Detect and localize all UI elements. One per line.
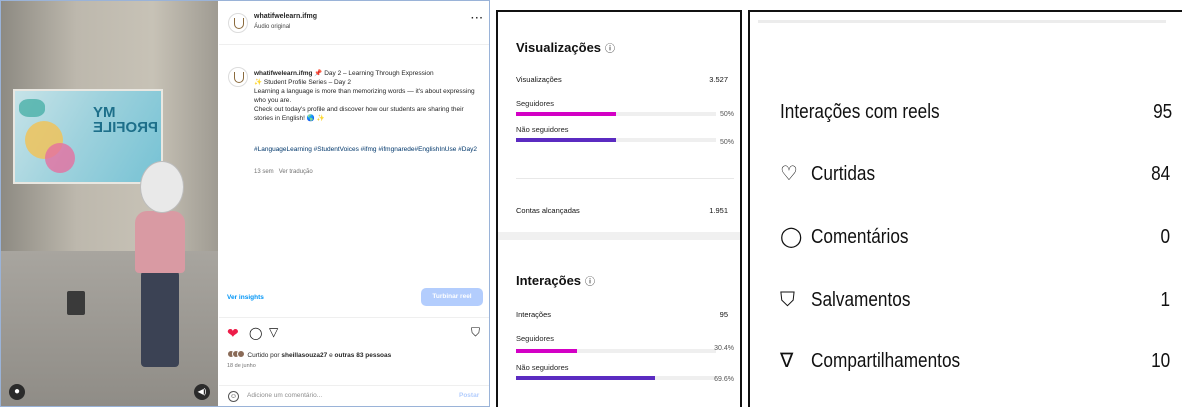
heart-filled-icon[interactable]: ❤ bbox=[227, 326, 239, 340]
slide-title: MY PROFILE bbox=[93, 104, 159, 136]
bookmark-icon[interactable]: ⛉ bbox=[471, 325, 480, 339]
views-section-title: Visualizações ⓘ bbox=[516, 40, 615, 55]
time-ago: 13 sem bbox=[254, 169, 274, 175]
reels-row-label: Comentários bbox=[811, 226, 909, 248]
liked-prefix: Curtido por bbox=[247, 352, 280, 359]
boost-reel-button[interactable]: Turbinar reel bbox=[421, 288, 483, 306]
comment-bar: ☺ Adicione um comentário... Postar bbox=[219, 385, 489, 406]
reels-row-likes: ♡ Curtidas 84 bbox=[780, 162, 1170, 188]
user-icon[interactable]: ● bbox=[9, 384, 25, 400]
info-icon[interactable]: ⓘ bbox=[605, 44, 615, 55]
views-label: Visualizações bbox=[516, 75, 562, 84]
interactions-label: Interações bbox=[516, 310, 552, 319]
reels-row-value: 1 bbox=[1160, 289, 1170, 311]
reels-row-value: 84 bbox=[1150, 163, 1170, 185]
view-insights-link[interactable]: Ver insights bbox=[227, 294, 264, 301]
bookmark-icon: ⛉ bbox=[780, 289, 795, 311]
liker-avatar bbox=[237, 350, 245, 358]
caption-line2: ✨ Student Profile Series – Day 2 bbox=[254, 79, 351, 86]
top-divider bbox=[758, 20, 1166, 23]
avatar[interactable] bbox=[228, 67, 248, 87]
insights-panel: Visualizações ⓘ Visualizações 3.527 Segui… bbox=[496, 10, 742, 407]
interactions-followers-fill bbox=[516, 349, 577, 353]
reels-row-label: Curtidas bbox=[811, 163, 876, 185]
translate-link[interactable]: Ver tradução bbox=[279, 169, 313, 175]
avatar[interactable] bbox=[228, 13, 248, 33]
reels-interactions-total: 95 bbox=[1152, 101, 1172, 123]
caption-username[interactable]: whatifwelearn.ifmg bbox=[254, 70, 313, 77]
projector-screen: MY PROFILE bbox=[13, 89, 163, 184]
views-nonfollowers-pct: 50% bbox=[719, 139, 734, 146]
views-followers-pct: 50% bbox=[719, 111, 734, 118]
interactions-nonfollowers-fill bbox=[516, 376, 656, 380]
slide-decoration bbox=[45, 143, 75, 173]
views-nonfollowers-bar bbox=[516, 138, 716, 142]
reels-interactions-panel: Interações com reels 95 ♡ Curtidas 84 ◯ … bbox=[748, 10, 1182, 407]
views-followers-label: Seguidores bbox=[516, 99, 554, 108]
likes-summary[interactable]: Curtido por sheillasouza27 e outras 83 p… bbox=[227, 350, 391, 359]
interactions-followers-bar bbox=[516, 349, 716, 353]
reels-row-label: Salvamentos bbox=[811, 289, 911, 311]
post-panel: MY PROFILE ● ◀) whatifwelearn.ifmg Áudio… bbox=[0, 0, 490, 407]
caption-hashtags[interactable]: #LanguageLearning #StudentVoices #ifmg #… bbox=[254, 145, 482, 154]
reached-value: 1.951 bbox=[709, 206, 728, 215]
reels-interactions-title: Interações com reels bbox=[780, 101, 940, 123]
share-icon: ∇ bbox=[780, 350, 794, 372]
reel-video[interactable]: MY PROFILE ● ◀) bbox=[1, 1, 218, 406]
caption-meta: 13 sem Ver tradução bbox=[254, 169, 313, 175]
post-sidebar: whatifwelearn.ifmg Áudio original ··· wh… bbox=[219, 1, 489, 406]
caption-text: whatifwelearn.ifmg 📌 Day 2 – Learning Th… bbox=[254, 69, 482, 123]
views-title-text: Visualizações bbox=[516, 40, 602, 55]
classroom-floor bbox=[1, 251, 218, 406]
reels-row-saves: ⛉ Salvamentos 1 bbox=[780, 288, 1170, 314]
interactions-followers-label: Seguidores bbox=[516, 334, 554, 343]
more-options-icon[interactable]: ··· bbox=[471, 13, 484, 24]
blurred-face bbox=[140, 161, 184, 213]
reels-row-value: 0 bbox=[1160, 226, 1170, 248]
views-followers-bar bbox=[516, 112, 716, 116]
liked-mid: e bbox=[329, 352, 333, 359]
liked-others[interactable]: outras 83 pessoas bbox=[335, 352, 392, 359]
section-separator bbox=[498, 232, 740, 240]
reels-row-label: Compartilhamentos bbox=[811, 350, 961, 372]
caption-title: 📌 Day 2 – Learning Through Expression bbox=[314, 70, 434, 77]
emoji-icon[interactable]: ☺ bbox=[228, 391, 239, 402]
trash-bin bbox=[67, 291, 85, 315]
post-username[interactable]: whatifwelearn.ifmg bbox=[254, 13, 317, 20]
reached-label: Contas alcançadas bbox=[516, 206, 580, 215]
interactions-value: 95 bbox=[719, 310, 728, 319]
student-figure-torso bbox=[135, 211, 185, 273]
caption-cta: Check out today's profile and discover h… bbox=[254, 106, 464, 122]
post-date: 18 de junho bbox=[227, 363, 256, 369]
reels-row-comments: ◯ Comentários 0 bbox=[780, 225, 1170, 251]
audio-label[interactable]: Áudio original bbox=[254, 24, 290, 30]
interactions-section-title: Interações ⓘ bbox=[516, 273, 595, 288]
student-figure-legs bbox=[141, 271, 179, 367]
heart-outline-icon: ♡ bbox=[780, 163, 798, 185]
caption-body: Learning a language is more than memoriz… bbox=[254, 88, 475, 104]
interactions-nonfollowers-pct: 69.6% bbox=[714, 376, 734, 383]
views-followers-fill bbox=[516, 112, 616, 116]
slide-decoration bbox=[19, 99, 45, 117]
views-nonfollowers-fill bbox=[516, 138, 616, 142]
reels-row-shares: ∇ Compartilhamentos 10 bbox=[780, 349, 1170, 375]
comment-icon: ◯ bbox=[780, 226, 803, 248]
divider bbox=[516, 178, 734, 179]
views-value: 3.527 bbox=[709, 75, 728, 84]
info-icon[interactable]: ⓘ bbox=[585, 277, 595, 288]
post-comment-button[interactable]: Postar bbox=[459, 392, 479, 399]
share-icon[interactable]: ▽ bbox=[269, 325, 278, 339]
interactions-nonfollowers-label: Não seguidores bbox=[516, 363, 569, 372]
interactions-nonfollowers-bar bbox=[516, 376, 716, 380]
interactions-title-text: Interações bbox=[516, 273, 582, 288]
interactions-followers-pct: 30.4% bbox=[714, 345, 734, 352]
comment-input[interactable]: Adicione um comentário... bbox=[247, 392, 322, 399]
comment-icon[interactable]: ◯ bbox=[249, 326, 262, 340]
mute-icon[interactable]: ◀) bbox=[194, 384, 210, 400]
liked-user[interactable]: sheillasouza27 bbox=[281, 352, 327, 359]
post-header: whatifwelearn.ifmg Áudio original ··· bbox=[219, 1, 489, 45]
views-nonfollowers-label: Não seguidores bbox=[516, 125, 569, 134]
post-actions: ❤ ◯ ▽ ⛉ bbox=[219, 317, 489, 347]
reels-row-value: 10 bbox=[1150, 350, 1170, 372]
